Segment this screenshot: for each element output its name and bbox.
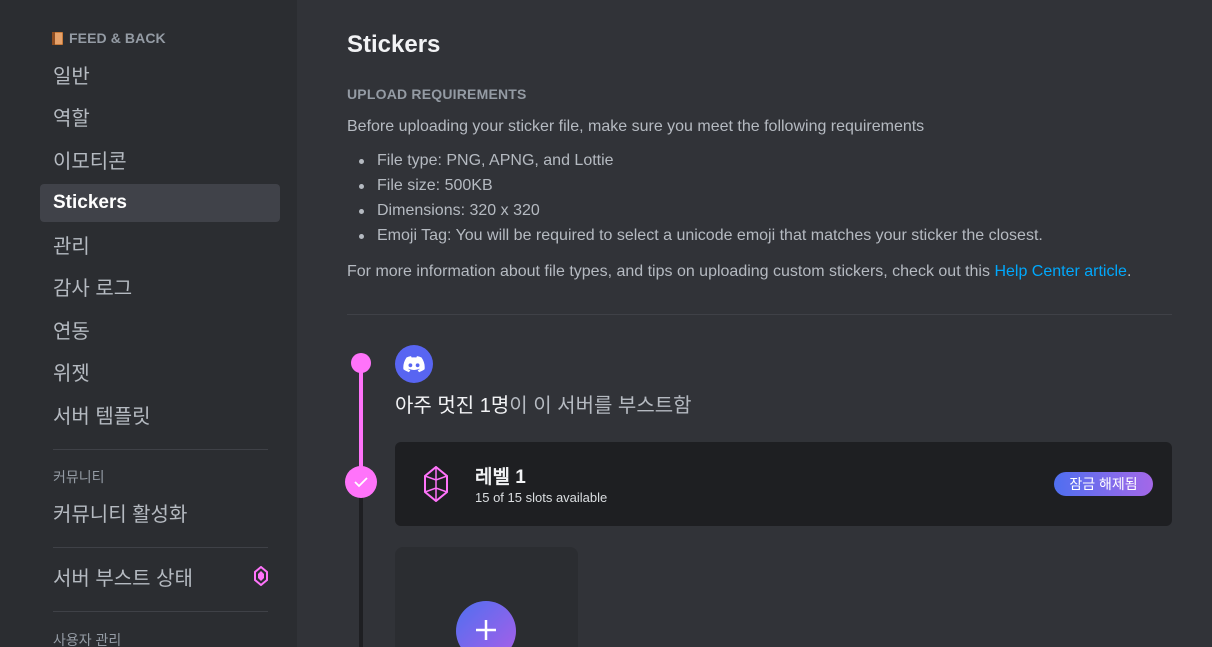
- page-title: Stickers: [347, 31, 441, 58]
- discord-icon: [403, 355, 425, 372]
- sidebar-category-user-management: 사용자 관리: [53, 632, 122, 647]
- level-gem-icon: [424, 466, 448, 502]
- sidebar-item-enable-community[interactable]: 커뮤니티 활성화: [40, 493, 280, 531]
- requirement-item: File size: 500KB: [359, 177, 1043, 202]
- sidebar-divider: [53, 611, 268, 612]
- more-info-end: .: [1126, 263, 1132, 280]
- sidebar-item-label: 이모티콘: [53, 150, 127, 173]
- unlocked-badge: 잠금 해제됨: [1054, 472, 1153, 496]
- sidebar-item-server-boost-status[interactable]: 서버 부스트 상태: [40, 557, 280, 595]
- boost-count-suffix: 이 이 서버를 부스트함: [509, 395, 692, 417]
- sidebar-item-label: 감사 로그: [53, 277, 133, 300]
- sidebar-item-label: 커뮤니티 활성화: [53, 503, 188, 526]
- check-icon: [354, 477, 368, 488]
- section-divider: [347, 314, 1172, 315]
- sidebar-item-label: 연동: [53, 320, 90, 343]
- stickers-settings-page: Stickers UPLOAD REQUIREMENTS Before uplo…: [297, 0, 1212, 647]
- sidebar-item-stickers[interactable]: Stickers: [40, 184, 280, 222]
- boost-gem-icon: [254, 566, 268, 586]
- server-name: FEED & BACK: [69, 30, 166, 46]
- sidebar-divider: [53, 449, 268, 450]
- help-center-link[interactable]: Help Center article: [994, 263, 1127, 280]
- sidebar-item-emoji[interactable]: 이모티콘: [40, 140, 280, 178]
- level-1-card: 레벨 1 15 of 15 slots available 잠금 해제됨: [395, 442, 1172, 526]
- sidebar-category-community: 커뮤니티: [53, 469, 105, 485]
- timeline-start-dot: [351, 353, 371, 373]
- more-info-text: For more information about file types, a…: [347, 263, 1131, 281]
- level-unlocked-check: [345, 466, 377, 498]
- sidebar-item-general[interactable]: 일반: [40, 55, 280, 93]
- sidebar-item-label: 역할: [53, 107, 90, 130]
- more-info-label: For more information about file types, a…: [347, 263, 995, 280]
- server-name-header: FEED & BACK: [52, 30, 166, 46]
- requirement-item: Dimensions: 320 x 320: [359, 202, 1043, 227]
- sidebar-item-widget[interactable]: 위젯: [40, 352, 280, 390]
- sidebar-item-audit-log[interactable]: 감사 로그: [40, 267, 280, 305]
- sidebar-item-label: 위젯: [53, 362, 90, 385]
- sidebar-item-label: 관리: [53, 235, 90, 258]
- level-slots-available: 15 of 15 slots available: [475, 490, 608, 505]
- booster-count: 아주 멋진 1명: [395, 395, 510, 417]
- sidebar-item-moderation[interactable]: 관리: [40, 225, 280, 263]
- sidebar-item-label: Stickers: [53, 192, 127, 213]
- plus-icon: [476, 620, 496, 640]
- sidebar-divider: [53, 547, 268, 548]
- sidebar-item-label: 서버 템플릿: [53, 405, 151, 428]
- settings-sidebar: FEED & BACK 일반 역할 이모티콘 Stickers 관리 감사 로그…: [0, 0, 297, 647]
- sidebar-item-integrations[interactable]: 연동: [40, 310, 280, 348]
- sidebar-item-label: 서버 부스트 상태: [53, 567, 193, 590]
- requirement-item: File type: PNG, APNG, and Lottie: [359, 152, 1043, 177]
- discord-logo-icon: [395, 345, 433, 383]
- upload-sticker-button[interactable]: [456, 601, 516, 647]
- boost-progress-track: [359, 483, 363, 647]
- boost-count-text: 아주 멋진 1명이 이 서버를 부스트함: [395, 389, 692, 418]
- requirements-list: File type: PNG, APNG, and Lottie File si…: [359, 152, 1043, 252]
- level-name: 레벨 1: [475, 467, 526, 488]
- upload-requirements-intro: Before uploading your sticker file, make…: [347, 118, 925, 135]
- upload-requirements-heading: UPLOAD REQUIREMENTS: [347, 86, 527, 102]
- sidebar-item-server-template[interactable]: 서버 템플릿: [40, 395, 280, 433]
- requirement-item: Emoji Tag: You will be required to selec…: [359, 227, 1043, 252]
- sidebar-item-label: 일반: [53, 65, 90, 88]
- upload-sticker-card[interactable]: [395, 547, 578, 647]
- sidebar-item-roles[interactable]: 역할: [40, 97, 280, 135]
- book-icon: [52, 31, 63, 45]
